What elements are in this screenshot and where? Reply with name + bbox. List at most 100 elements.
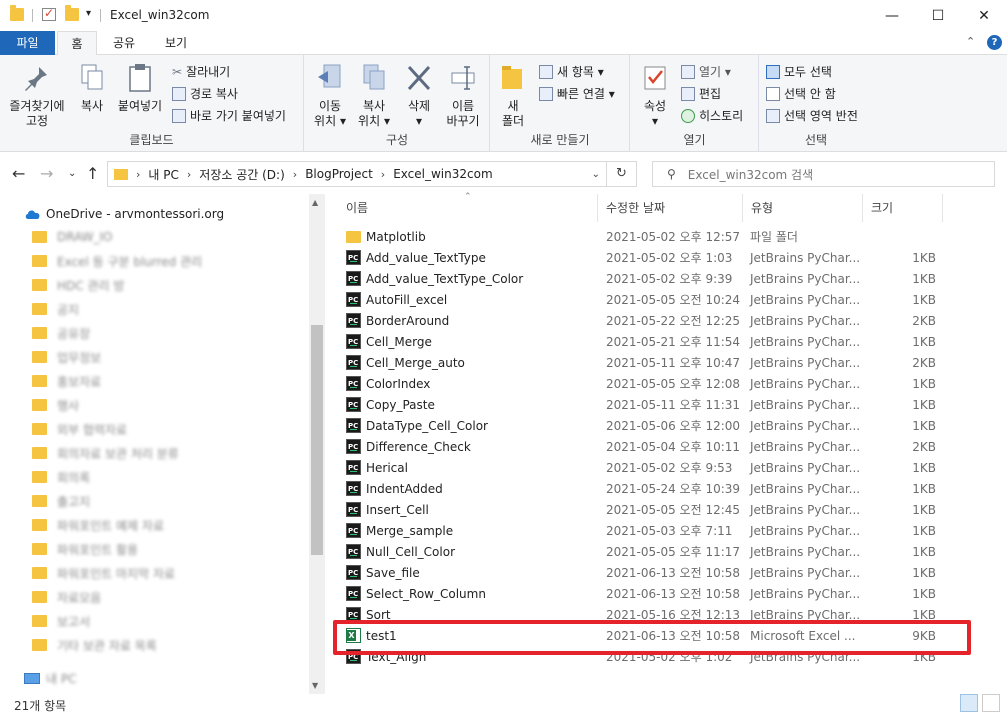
pin-to-quick-access-button[interactable]: 즐겨찾기에 고정 [4,63,70,129]
search-box[interactable]: ⚲ Excel_win32com 검색 [652,161,995,187]
file-row[interactable]: PC Difference_Check 2021-05-04 오후 10:11 Jet… [342,436,962,457]
copy-to-button[interactable]: 복사 위치 ▾ [353,63,395,129]
tab-home[interactable]: 홈 [57,31,97,56]
file-row[interactable]: PC ColorIndex 2021-05-05 오후 12:08 JetBrains… [342,373,962,394]
file-row[interactable]: PC BorderAround 2021-05-22 오전 12:25 JetBrai… [342,310,962,331]
invert-selection-button[interactable]: 선택 영역 반전 [766,107,858,124]
cut-button[interactable]: ✂ 잘라내기 [172,63,230,80]
nav-folder-item[interactable]: 공유장 [32,323,90,343]
nav-folder-item[interactable]: 행사 [32,395,79,415]
details-view-icon[interactable] [960,694,978,712]
open-button[interactable]: 열기 ▾ [681,63,731,80]
nav-folder-item[interactable]: HDC 관리 방 [32,275,124,295]
delete-label: 삭제 [407,99,431,113]
nav-folder-item[interactable]: 공지 [32,299,79,319]
nav-folder-item[interactable]: 출고지 [32,491,90,511]
nav-folder-item[interactable]: 홍보자료 [32,371,101,391]
rename-button[interactable]: 이름 바꾸기 [441,63,485,129]
properties-button[interactable]: 속성 ▾ [637,63,673,129]
scroll-up-icon[interactable]: ▲ [312,198,318,207]
file-row[interactable]: PC Add_value_TextType 2021-05-02 오후 1:03 Je… [342,247,962,268]
nav-folder-item[interactable]: 기타 보관 자료 목록 [32,635,157,655]
nav-folder-item[interactable]: 파워포인트 마지막 자료 [32,563,175,583]
copy-path-button[interactable]: 경로 복사 [172,85,238,102]
file-row[interactable]: Matplotlib 2021-05-02 오후 12:57 파일 폴더 [342,226,962,247]
breadcrumb-excel-win32com[interactable]: Excel_win32com [393,167,492,181]
nav-folder-item[interactable]: Excel 등 구분 blurred 관리 [32,251,202,271]
quick-access-dropdown-icon[interactable]: ▾ [86,8,91,19]
breadcrumb-drive[interactable]: 저장소 공간 (D:) [199,166,284,183]
nav-folder-item[interactable]: DRAW_IO [32,227,113,247]
file-row[interactable]: PC Herical 2021-05-02 오후 9:53 JetBrains PyC… [342,457,962,478]
nav-folder-item[interactable]: 외부 협력자료 [32,419,127,439]
column-header-size[interactable]: 크기 [863,194,943,222]
status-bar: 21개 항목 [0,694,1007,717]
tab-file[interactable]: 파일 [0,31,55,55]
up-arrow-icon[interactable]: ↑ [86,164,99,183]
paste-shortcut-button[interactable]: 바로 가기 붙여넣기 [172,107,286,124]
tab-share[interactable]: 공유 [104,31,144,55]
nav-folder-item[interactable]: 파워포인트 예제 자료 [32,515,164,535]
file-type: JetBrains PyChar... [750,523,861,538]
file-row[interactable]: PC DataType_Cell_Color 2021-05-06 오후 12:00… [342,415,962,436]
file-row[interactable]: PC Add_value_TextType_Color 2021-05-02 오후 … [342,268,962,289]
new-folder-icon[interactable] [65,5,79,21]
nav-folder-item[interactable]: 보고서 [32,611,90,631]
large-icons-view-icon[interactable] [982,694,1000,712]
move-to-button[interactable]: 이동 위치 ▾ [309,63,351,129]
file-row[interactable]: PC IndentAdded 2021-05-24 오후 10:39 JetBrain… [342,478,962,499]
delete-button[interactable]: 삭제 ▾ [401,63,437,129]
address-dropdown-icon[interactable]: ⌄ [592,169,600,180]
new-item-button[interactable]: 새 항목 ▾ [539,63,604,80]
close-button[interactable]: ✕ [961,0,1007,31]
breadcrumb-blogproject[interactable]: BlogProject [305,167,373,181]
copy-button[interactable]: 복사 [74,63,110,114]
nav-folder-item[interactable]: 파워포인트 활용 [32,539,138,559]
file-row[interactable]: PC Copy_Paste 2021-05-11 오후 11:31 JetBrains… [342,394,962,415]
select-none-button[interactable]: 선택 안 함 [766,85,836,102]
column-header-type[interactable]: 유형 [743,194,863,222]
new-folder-button[interactable]: 새 폴더 [497,63,529,129]
file-row[interactable]: PC Cell_Merge_auto 2021-05-11 오후 10:47 JetB… [342,352,962,373]
edit-button[interactable]: 편집 [681,85,721,102]
history-button[interactable]: 히스토리 [681,107,743,124]
nav-item-onedrive[interactable]: OneDrive - arvmontessori.org [24,204,224,224]
forward-arrow-icon[interactable]: → [40,164,53,183]
back-arrow-icon[interactable]: ← [12,164,25,183]
open-icon [681,64,695,79]
copy-to-icon [363,64,385,90]
minimize-button[interactable]: — [869,0,915,31]
select-all-button[interactable]: 모두 선택 [766,63,832,80]
tab-view[interactable]: 보기 [156,31,196,55]
maximize-button[interactable]: ☐ [915,0,961,31]
paste-button[interactable]: 붙여넣기 [114,63,166,114]
file-row[interactable]: PC Save_file 2021-06-13 오전 10:58 JetBrains … [342,562,962,583]
properties-icon[interactable] [42,6,56,21]
file-row[interactable]: PC Cell_Merge 2021-05-21 오후 11:54 JetBrains… [342,331,962,352]
column-header-date[interactable]: 수정한 날짜 [598,194,743,222]
collapse-ribbon-icon[interactable]: ⌃ [966,35,975,48]
breadcrumb-this-pc[interactable]: 내 PC [148,166,178,183]
refresh-icon[interactable]: ↻ [606,162,636,186]
easy-access-button[interactable]: 빠른 연결 ▾ [539,85,615,102]
file-row[interactable]: PC Null_Cell_Color 2021-05-05 오후 11:17 JetB… [342,541,962,562]
nav-folder-item[interactable]: 회의자료 보관 처리 분류 [32,443,179,463]
file-row[interactable]: PC AutoFill_excel 2021-05-05 오전 10:24 JetBr… [342,289,962,310]
file-row[interactable]: PC Merge_sample 2021-05-03 오후 7:11 JetBrain… [342,520,962,541]
nav-item-this-pc[interactable]: 내 PC [24,668,76,688]
file-type: JetBrains PyChar... [750,397,861,412]
nav-folder-item[interactable]: 업무정보 [32,347,101,367]
nav-scrollbar-thumb[interactable] [311,325,323,555]
file-row[interactable]: PC Insert_Cell 2021-05-05 오전 12:45 JetBrain… [342,499,962,520]
nav-folder-label: 홍보자료 [57,374,102,389]
recent-locations-icon[interactable]: ⌄ [68,168,76,179]
column-header-name[interactable]: 이름 [338,194,598,222]
nav-folder-item[interactable]: 회의록 [32,467,90,487]
address-box[interactable]: › 내 PC › 저장소 공간 (D:) › BlogProject › Exc… [107,161,637,187]
scroll-down-icon[interactable]: ▼ [312,681,318,690]
nav-folder-item[interactable]: 자료모음 [32,587,101,607]
pycharm-icon: PC [346,313,361,328]
nav-folder-label: HDC 관리 방 [57,278,125,293]
file-row[interactable]: PC Select_Row_Column 2021-06-13 오전 10:58 Je… [342,583,962,604]
help-icon[interactable]: ? [987,35,1002,50]
